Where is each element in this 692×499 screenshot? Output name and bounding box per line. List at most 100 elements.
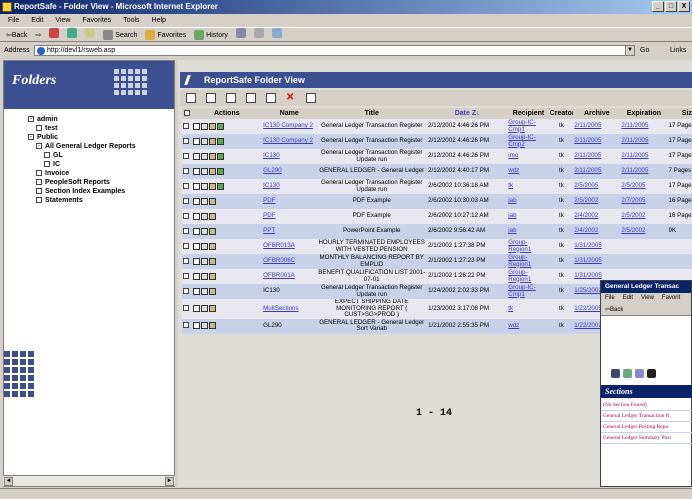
download-icon[interactable] xyxy=(201,182,209,190)
report-expiration[interactable] xyxy=(620,239,668,254)
folder-item[interactable]: Section Index Examples xyxy=(28,187,136,196)
row-checkbox[interactable] xyxy=(183,305,189,312)
popup-mail-icon[interactable] xyxy=(635,369,644,378)
report-expiration[interactable]: 2/11/2005 xyxy=(620,149,668,164)
table-row[interactable]: PDF PDF Example 2/6/2002 10:30:03 AM jab tk 2… xyxy=(182,194,692,209)
row-checkbox[interactable] xyxy=(183,167,189,174)
report-expiration[interactable]: 2/5/2002 xyxy=(620,224,668,239)
distribute-icon[interactable] xyxy=(209,304,217,312)
move-icon[interactable] xyxy=(266,93,276,103)
report-archive[interactable]: 1/31/2005 xyxy=(573,239,621,254)
row-checkbox[interactable] xyxy=(183,242,189,249)
view-report-icon[interactable] xyxy=(193,182,201,190)
view-report-icon[interactable] xyxy=(193,197,201,205)
report-expiration[interactable]: 2/5/2002 xyxy=(620,209,668,224)
distribute-icon[interactable] xyxy=(209,272,217,280)
folder-icon[interactable] xyxy=(36,197,42,204)
row-checkbox[interactable] xyxy=(183,257,189,264)
go-button[interactable]: Go xyxy=(640,43,649,58)
help-icon[interactable] xyxy=(306,93,316,103)
copy-icon[interactable] xyxy=(206,93,216,103)
report-archive[interactable]: 2/11/2005 xyxy=(573,149,621,164)
row-select-cell[interactable] xyxy=(182,134,192,149)
section-link[interactable]: General Ledger Summary Post xyxy=(601,433,692,444)
view-report-icon[interactable] xyxy=(193,152,201,160)
popup-menu-favorites[interactable]: Favorit xyxy=(662,293,680,304)
row-checkbox[interactable] xyxy=(183,137,189,144)
download-icon[interactable] xyxy=(201,137,209,145)
folder-icon[interactable] xyxy=(44,152,50,159)
maximize-button[interactable]: □ xyxy=(665,1,677,12)
download-icon[interactable] xyxy=(201,167,209,175)
excel-icon[interactable] xyxy=(217,152,225,160)
report-recipient[interactable]: Group-Region1 xyxy=(507,239,550,254)
table-row[interactable]: IC130 Company 2 General Ledger Transactio… xyxy=(182,119,692,134)
report-archive[interactable]: 2/5/2005 xyxy=(573,179,621,194)
report-archive[interactable]: 2/4/2002 xyxy=(573,209,621,224)
view-report-icon[interactable] xyxy=(193,242,201,250)
menu-help[interactable]: Help xyxy=(152,15,166,26)
view-report-icon[interactable] xyxy=(193,227,201,235)
print-icon[interactable] xyxy=(253,28,264,38)
address-input[interactable]: http://devl1/rsweb.asp xyxy=(34,45,634,56)
row-select-cell[interactable] xyxy=(182,318,192,334)
open-icon[interactable] xyxy=(186,93,196,103)
row-checkbox[interactable] xyxy=(183,152,189,159)
menu-edit[interactable]: Edit xyxy=(31,15,43,26)
view-report-icon[interactable] xyxy=(193,304,201,312)
row-select-cell[interactable] xyxy=(182,284,192,299)
report-recipient[interactable]: Group-IC-Cmp1 xyxy=(507,284,550,299)
popup-save-icon[interactable] xyxy=(623,369,632,378)
menu-tools[interactable]: Tools xyxy=(123,15,139,26)
report-name[interactable]: OFBR001A xyxy=(262,269,317,284)
folders-scrollbar[interactable]: ◄ ► xyxy=(3,475,175,486)
menu-file[interactable]: File xyxy=(8,15,19,26)
minimize-button[interactable]: _ xyxy=(652,1,664,12)
folder-item[interactable]: Invoice xyxy=(28,169,136,178)
download-icon[interactable] xyxy=(201,242,209,250)
distribute-icon[interactable] xyxy=(209,122,217,130)
col-size[interactable]: Size xyxy=(667,108,692,119)
report-name[interactable]: PPT xyxy=(262,224,317,239)
folder-item[interactable]: PeopleSoft Reports xyxy=(28,178,136,187)
report-name[interactable]: PDF xyxy=(262,194,317,209)
row-select-cell[interactable] xyxy=(182,149,192,164)
table-row[interactable]: IC130 Company 2 General Ledger Transactio… xyxy=(182,134,692,149)
select-all-checkbox[interactable] xyxy=(183,110,190,117)
scroll-left-icon[interactable]: ◄ xyxy=(4,477,13,486)
folder-icon[interactable] xyxy=(36,125,42,132)
distribute-icon[interactable] xyxy=(209,167,217,175)
view-report-icon[interactable] xyxy=(193,137,201,145)
view-report-icon[interactable] xyxy=(193,272,201,280)
report-recipient[interactable]: Group-Region1 xyxy=(507,269,550,284)
report-recipient[interactable]: wdz xyxy=(507,318,550,334)
table-row[interactable]: PPT PowerPoint Example 2/6/2002 9:56:42 AM… xyxy=(182,224,692,239)
back-button[interactable]: ⇦Back xyxy=(6,28,27,41)
report-archive[interactable]: 1/31/2005 xyxy=(573,254,621,269)
folder-icon[interactable] xyxy=(36,188,42,195)
table-row[interactable]: PDF PDF Example 2/6/2002 10:27:12 AM jab tk 2… xyxy=(182,209,692,224)
excel-icon[interactable] xyxy=(217,182,225,190)
row-select-cell[interactable] xyxy=(182,224,192,239)
report-name[interactable]: MultSections xyxy=(262,299,317,319)
search-button[interactable]: Search xyxy=(103,28,137,41)
report-expiration[interactable]: 2/11/2005 xyxy=(620,134,668,149)
report-expiration[interactable]: 2/7/2005 xyxy=(620,194,668,209)
report-name[interactable]: IC130 xyxy=(262,179,317,194)
report-recipient[interactable]: Group-Region1 xyxy=(507,254,550,269)
close-button[interactable]: X xyxy=(678,1,690,12)
excel-icon[interactable] xyxy=(217,167,225,175)
col-recipient[interactable]: Recipient xyxy=(507,108,550,119)
row-checkbox[interactable] xyxy=(183,322,189,329)
folder-item[interactable]: Statements xyxy=(28,196,136,205)
stop-icon[interactable] xyxy=(49,28,60,38)
row-select-cell[interactable] xyxy=(182,269,192,284)
row-checkbox[interactable] xyxy=(183,182,189,189)
popup-back-button[interactable]: ⇦Back xyxy=(605,307,623,313)
distribute-icon[interactable] xyxy=(209,212,217,220)
col-creator[interactable]: Creator xyxy=(549,108,574,119)
download-icon[interactable] xyxy=(201,227,209,235)
row-checkbox[interactable] xyxy=(183,227,189,234)
download-icon[interactable] xyxy=(201,304,209,312)
distribute-icon[interactable] xyxy=(209,287,217,295)
